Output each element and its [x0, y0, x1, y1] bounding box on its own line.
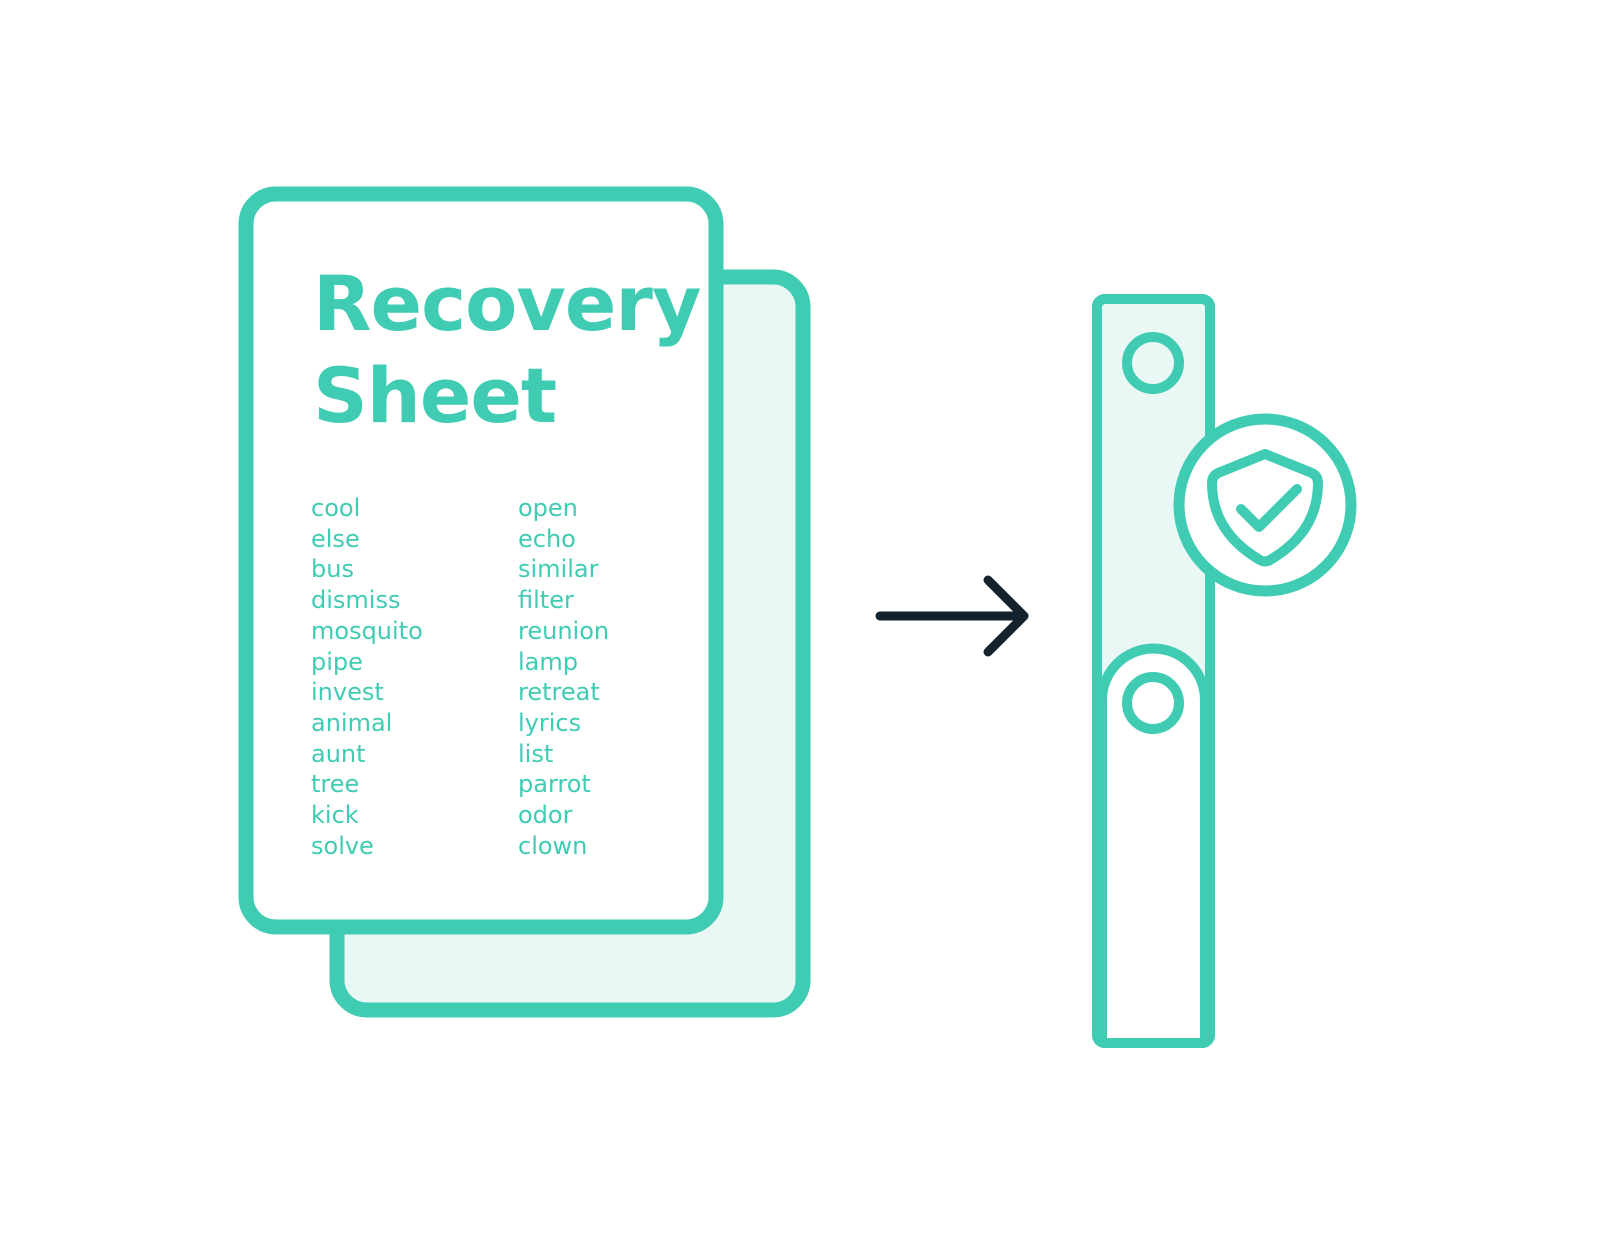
- seed-word: filter: [518, 586, 574, 615]
- seed-word: invest: [311, 678, 384, 707]
- seed-word: parrot: [518, 770, 591, 799]
- seed-word: pipe: [311, 647, 363, 676]
- word-column-1: cool else bus dismiss mosquito pipe invest anim…: [311, 493, 423, 861]
- seed-word: bus: [311, 555, 354, 584]
- seed-word: dismiss: [311, 586, 401, 615]
- seed-word: list: [518, 739, 554, 768]
- seed-word: open: [518, 494, 578, 522]
- seed-word: lyrics: [518, 708, 582, 737]
- seed-word: tree: [311, 770, 360, 799]
- seed-word: kick: [311, 801, 359, 830]
- seed-word: solve: [311, 831, 374, 860]
- seed-word: odor: [518, 801, 573, 830]
- seed-word: animal: [311, 708, 393, 737]
- seed-word: reunion: [518, 616, 610, 645]
- seed-word: mosquito: [311, 616, 423, 645]
- word-column-2: open echo similar filter reunion lamp retreat l…: [518, 493, 609, 861]
- seed-word: else: [311, 524, 360, 553]
- recovery-diagram: [238, 186, 1357, 1048]
- seed-word: clown: [518, 831, 588, 860]
- seed-word: lamp: [518, 647, 578, 676]
- seed-word: cool: [311, 494, 361, 522]
- sheet-title-line2: Sheet: [313, 351, 557, 440]
- seed-word: similar: [518, 555, 599, 584]
- seed-word: aunt: [311, 739, 366, 768]
- sheet-title-line1: Recovery: [313, 259, 701, 348]
- arrow-right-icon: [875, 575, 1029, 657]
- seed-word: retreat: [518, 678, 600, 707]
- hardware-wallet-icon: [1092, 294, 1215, 1048]
- seed-word: echo: [518, 524, 576, 553]
- shield-check-icon: [1173, 413, 1357, 597]
